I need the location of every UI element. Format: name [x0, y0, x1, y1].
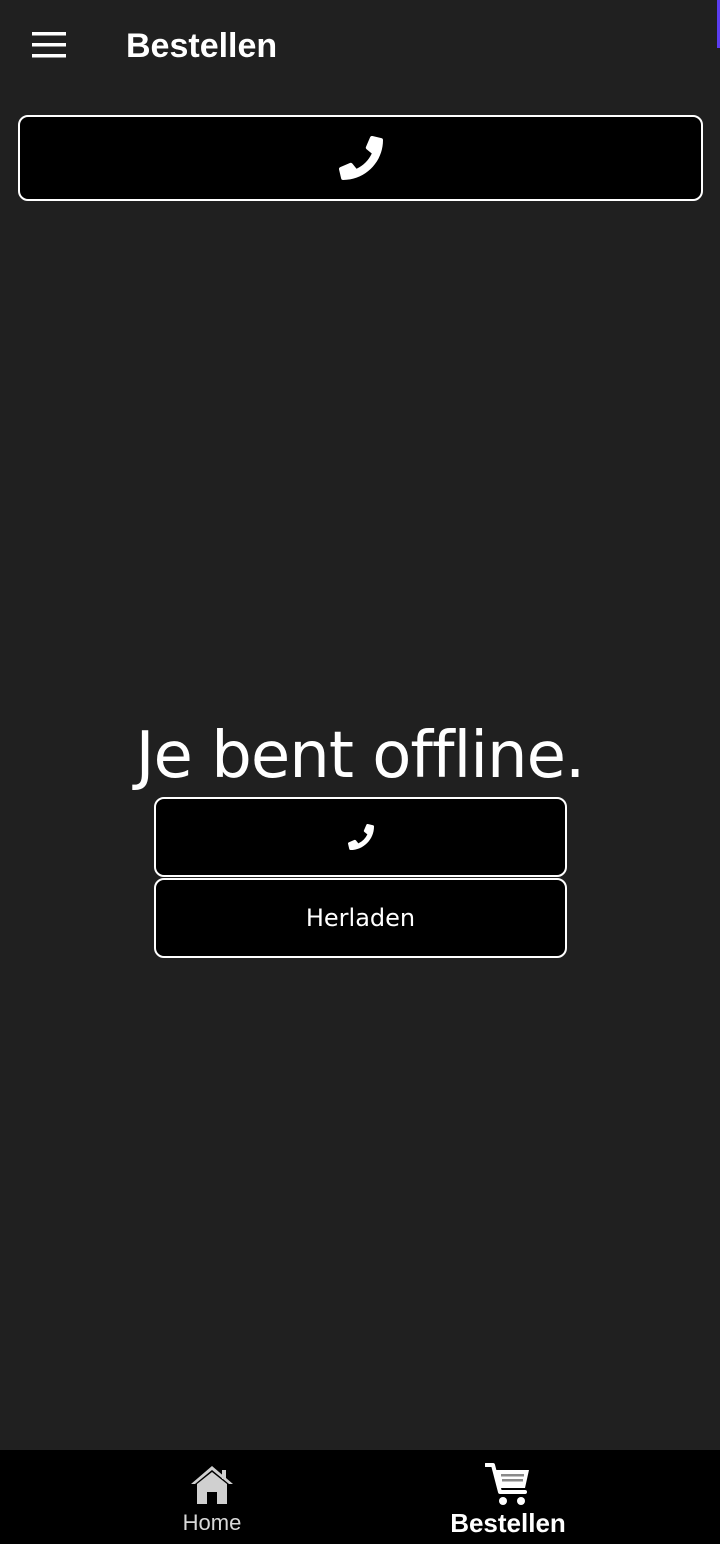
call-button[interactable] [154, 797, 567, 877]
app-screen: Bestellen Je bent offline. Herladen Home [0, 0, 720, 1544]
bottom-navigation: Home Bestellen [0, 1450, 720, 1544]
menu-button[interactable] [24, 22, 74, 68]
hamburger-menu-icon [32, 32, 66, 58]
top-app-bar: Bestellen [0, 0, 720, 92]
offline-message-block: Je bent offline. [0, 716, 720, 796]
nav-label-home: Home [182, 1510, 242, 1535]
cart-icon [485, 1463, 529, 1505]
reload-button-label: Herladen [305, 904, 416, 932]
call-banner-button[interactable] [18, 115, 703, 201]
nav-item-home[interactable]: Home [112, 1450, 312, 1544]
phone-icon [347, 824, 374, 850]
nav-label-bestellen: Bestellen [450, 1508, 566, 1538]
reload-button[interactable]: Herladen [154, 878, 567, 958]
page-title: Bestellen [126, 27, 278, 65]
phone-icon [338, 136, 383, 180]
offline-message: Je bent offline. [135, 719, 586, 793]
nav-cart-icon-wrap [485, 1462, 531, 1508]
nav-item-bestellen[interactable]: Bestellen [408, 1450, 608, 1544]
nav-home-icon-wrap [189, 1462, 235, 1508]
home-icon [191, 1466, 233, 1504]
